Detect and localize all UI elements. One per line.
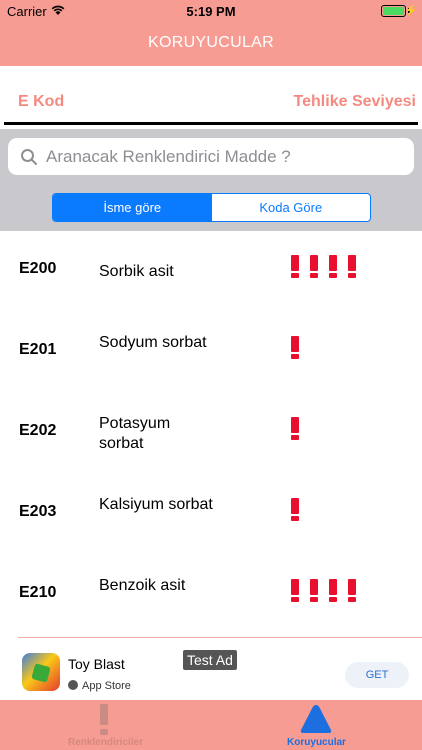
triangle-icon: [300, 705, 332, 733]
danger-level: [291, 255, 356, 278]
tab-label: Renklendiriciler: [67, 737, 144, 748]
top-bar: Carrier 5:19 PM ⚡ KORUYUCULAR: [0, 0, 422, 66]
app-icon[interactable]: [22, 653, 60, 691]
search-area: İsme göre Koda Göre: [0, 129, 422, 231]
item-code: E200: [19, 260, 57, 277]
danger-exclamation-icon: [329, 579, 337, 602]
item-name: Kalsiyum sorbat: [99, 496, 213, 513]
list-item[interactable]: E203 Kalsiyum sorbat: [0, 474, 422, 555]
ad-app-name[interactable]: Toy Blast: [68, 656, 125, 672]
danger-exclamation-icon: [291, 255, 299, 278]
column-danger-label: Tehlike Seviyesi: [293, 93, 416, 110]
item-name: Sodyum sorbat: [99, 334, 207, 351]
search-icon: [21, 149, 37, 165]
danger-exclamation-icon: [291, 579, 299, 602]
item-code: E201: [19, 341, 57, 358]
clock: 5:19 PM: [186, 4, 236, 19]
test-ad-badge: Test Ad: [183, 650, 237, 670]
column-header: E Kod Tehlike Seviyesi: [0, 66, 422, 126]
item-code: E202: [19, 422, 57, 439]
danger-exclamation-icon: [348, 579, 356, 602]
segment-by-code[interactable]: Koda Göre: [212, 194, 371, 221]
list-item[interactable]: E201 Sodyum sorbat: [0, 312, 422, 393]
get-button[interactable]: GET: [345, 662, 409, 688]
danger-level: [291, 579, 356, 602]
charging-icon: ⚡: [404, 5, 418, 17]
item-code: E203: [19, 503, 57, 520]
search-input[interactable]: [46, 138, 406, 175]
sort-segmented-control: İsme göre Koda Göre: [52, 193, 371, 222]
page-title: KORUYUCULAR: [148, 34, 274, 51]
ad-banner[interactable]: Toy Blast App Store Test Ad GET: [0, 648, 422, 700]
danger-level: [291, 417, 299, 440]
item-name: Potasyum sorbat: [99, 415, 171, 452]
danger-level: [291, 336, 299, 359]
tab-label: Koruyucular: [287, 737, 346, 748]
danger-exclamation-icon: [291, 498, 299, 521]
header-divider: [4, 122, 418, 125]
list-item[interactable]: E210 Benzoik asit: [0, 555, 422, 636]
tab-koruyucular[interactable]: Koruyucular: [211, 700, 422, 750]
tab-bar: Renklendiriciler Koruyucular: [0, 700, 422, 750]
apple-icon: [68, 680, 78, 690]
danger-exclamation-icon: [291, 417, 299, 440]
exclamation-icon: [98, 704, 110, 736]
list-item[interactable]: E202 Potasyum sorbat: [0, 393, 422, 474]
danger-exclamation-icon: [291, 336, 299, 359]
column-ekod-label: E Kod: [18, 93, 65, 110]
item-name: Sorbik asit: [99, 263, 174, 280]
danger-level: [291, 498, 299, 521]
battery-icon: [381, 5, 406, 17]
danger-exclamation-icon: [348, 255, 356, 278]
danger-exclamation-icon: [310, 255, 318, 278]
danger-exclamation-icon: [329, 255, 337, 278]
item-name: Benzoik asit: [99, 577, 186, 594]
item-code: E210: [19, 584, 57, 601]
app-store-label: App Store: [68, 680, 131, 692]
segment-by-name[interactable]: İsme göre: [53, 194, 212, 221]
status-bar: Carrier 5:19 PM ⚡: [0, 0, 422, 22]
list-item[interactable]: E200 Sorbik asit: [0, 231, 422, 312]
list-divider: [18, 637, 422, 638]
tab-renklendiriciler[interactable]: Renklendiriciler: [0, 700, 211, 750]
danger-exclamation-icon: [310, 579, 318, 602]
search-field[interactable]: [8, 138, 414, 175]
